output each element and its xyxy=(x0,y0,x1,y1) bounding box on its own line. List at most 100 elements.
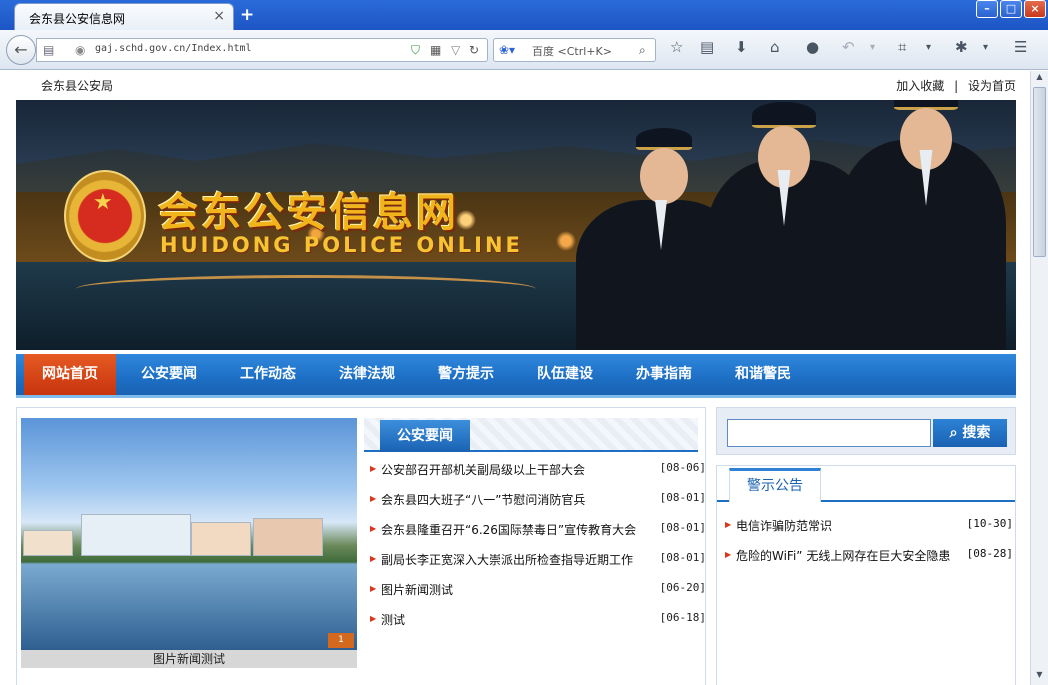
chat-icon[interactable]: ● xyxy=(806,38,819,56)
notice-tab[interactable]: 警示公告 xyxy=(729,468,821,502)
dropdown-icon[interactable]: ▽ xyxy=(451,43,460,57)
add-favorite-link[interactable]: 加入收藏 xyxy=(896,79,944,93)
window-close-icon[interactable]: × xyxy=(1024,0,1046,18)
officer-male-right xyxy=(836,100,1006,350)
news-item[interactable]: ▶ 会东县四大班子“八一”节慰问消防官兵 [08-01] xyxy=(370,488,706,518)
browser-tab[interactable]: 会东县公安信息网 × xyxy=(14,3,234,30)
news-title[interactable]: 会东县四大班子“八一”节慰问消防官兵 xyxy=(381,491,585,508)
news-item[interactable]: ▶ 测试 [06-18] xyxy=(370,608,706,638)
minimize-icon[interactable]: – xyxy=(976,0,998,18)
home-icon[interactable]: ⌂ xyxy=(770,38,780,56)
photo-pager-button[interactable]: 1 xyxy=(328,633,354,648)
scroll-up-icon[interactable]: ▲ xyxy=(1033,72,1046,86)
news-date: [08-01] xyxy=(659,521,706,534)
back-arrow-icon[interactable]: ← xyxy=(6,35,36,65)
news-date: [08-06] xyxy=(659,461,706,474)
nav-item-police-community[interactable]: 和谐警民 xyxy=(718,354,808,395)
crop-dropdown-icon[interactable]: ▾ xyxy=(926,42,931,53)
reload-icon[interactable]: ↻ xyxy=(469,43,479,57)
undo-icon[interactable]: ↶ xyxy=(842,38,855,56)
menu-icon[interactable]: ☰ xyxy=(1014,38,1027,56)
news-title[interactable]: 会东县隆重召开“6.26国际禁毒日”宣传教育大会 xyxy=(381,521,636,538)
arrow-bullet-icon: ▶ xyxy=(725,550,732,559)
new-tab-button[interactable]: + xyxy=(240,5,254,25)
reading-list-icon[interactable]: ▤ xyxy=(700,38,714,56)
news-title[interactable]: 图片新闻测试 xyxy=(381,581,453,598)
browser-toolbar: ← ▤ ◉ gaj.schd.gov.cn/Index.html ⛉ ▦ ▽ ↻… xyxy=(0,30,1048,70)
news-title[interactable]: 副局长李正宽深入大崇派出所检查指导近期工作 xyxy=(381,551,633,568)
globe-icon: ◉ xyxy=(75,43,86,57)
undo-dropdown-icon[interactable]: ▾ xyxy=(870,42,875,53)
arrow-bullet-icon: ▶ xyxy=(370,524,377,533)
police-cap xyxy=(752,102,816,128)
nav-item-police-news[interactable]: 公安要闻 xyxy=(124,354,214,395)
notice-title[interactable]: 电信诈骗防范常识 xyxy=(736,517,832,534)
news-date: [06-18] xyxy=(659,611,706,624)
download-icon[interactable]: ⬇ xyxy=(735,38,748,56)
site-search-input[interactable] xyxy=(727,419,931,447)
arrow-bullet-icon: ▶ xyxy=(370,614,377,623)
banner-subtitle: HUIDONG POLICE ONLINE xyxy=(160,233,523,257)
news-list: ▶ 公安部召开部机关副局级以上干部大会 [08-06] ▶ 会东县四大班子“八一… xyxy=(370,458,706,638)
news-title[interactable]: 测试 xyxy=(381,611,405,628)
url-text: gaj.schd.gov.cn/Index.html xyxy=(95,43,252,54)
news-title[interactable]: 公安部召开部机关副局级以上干部大会 xyxy=(381,461,585,478)
site-name: 会东县公安局 xyxy=(41,79,114,93)
scroll-down-icon[interactable]: ▼ xyxy=(1033,670,1046,684)
building xyxy=(191,522,251,556)
site-top-bar: 会东县公安局 加入收藏 | 设为首页 xyxy=(0,71,1030,100)
arrow-bullet-icon: ▶ xyxy=(370,584,377,593)
notice-item[interactable]: ▶ 危险的WiFi” 无线上网存在巨大安全隐患 [08-28] xyxy=(725,544,1013,574)
news-item[interactable]: ▶ 副局长李正宽深入大崇派出所检查指导近期工作 [08-01] xyxy=(370,548,706,578)
site-search-button[interactable]: ⌕ 搜索 xyxy=(933,419,1007,447)
officer-face xyxy=(640,148,688,204)
address-bar[interactable]: ▤ ◉ gaj.schd.gov.cn/Index.html ⛉ ▦ ▽ ↻ xyxy=(36,38,488,62)
bookmark-star-icon[interactable]: ☆ xyxy=(670,38,683,56)
news-item[interactable]: ▶ 会东县隆重召开“6.26国际禁毒日”宣传教育大会 [08-01] xyxy=(370,518,706,548)
news-date: [08-01] xyxy=(659,491,706,504)
nav-item-home[interactable]: 网站首页 xyxy=(24,354,116,395)
news-section-header: 公安要闻 xyxy=(364,418,698,452)
qr-code-icon[interactable]: ▦ xyxy=(430,43,441,57)
news-item[interactable]: ▶ 公安部召开部机关副局级以上干部大会 [08-06] xyxy=(370,458,706,488)
browser-search-field[interactable]: ❀▾ 百度 <Ctrl+K> ⌕ xyxy=(493,38,656,62)
top-links: 加入收藏 | 设为首页 xyxy=(896,77,1016,94)
police-emblem-logo xyxy=(64,170,146,262)
set-homepage-link[interactable]: 设为首页 xyxy=(968,79,1016,93)
photo-caption[interactable]: 图片新闻测试 xyxy=(21,650,357,668)
notice-title[interactable]: 危险的WiFi” 无线上网存在巨大安全隐患 xyxy=(736,547,950,564)
search-icon: ⌕ xyxy=(949,425,958,441)
news-section-tab[interactable]: 公安要闻 xyxy=(380,420,470,452)
building xyxy=(23,530,73,556)
nav-item-service-guide[interactable]: 办事指南 xyxy=(619,354,709,395)
vertical-scrollbar[interactable]: ▲ ▼ xyxy=(1030,71,1048,685)
banner-title: 会东公安信息网 xyxy=(158,189,459,236)
maximize-icon[interactable]: □ xyxy=(1000,0,1022,18)
nav-item-team-building[interactable]: 队伍建设 xyxy=(520,354,610,395)
magnifier-icon[interactable]: ⌕ xyxy=(639,43,646,58)
header-banner: ★ 会东公安信息网 HUIDONG POLICE ONLINE xyxy=(16,100,1016,350)
nav-item-laws[interactable]: 法律法规 xyxy=(322,354,412,395)
photo-news-image[interactable] xyxy=(21,418,357,650)
scrollbar-thumb[interactable] xyxy=(1033,87,1046,257)
divider: | xyxy=(954,79,959,93)
tab-title: 会东县公安信息网 xyxy=(29,12,126,26)
arrow-bullet-icon: ▶ xyxy=(725,520,732,529)
news-item[interactable]: ▶ 图片新闻测试 [06-20] xyxy=(370,578,706,608)
tab-close-icon[interactable]: × xyxy=(213,8,225,24)
puzzle-icon[interactable]: ✱ xyxy=(955,38,968,56)
police-cap xyxy=(636,128,692,150)
nav-item-police-tips[interactable]: 警方提示 xyxy=(421,354,511,395)
notice-item[interactable]: ▶ 电信诈骗防范常识 [10-30] xyxy=(725,514,1013,544)
extension-dropdown-icon[interactable]: ▾ xyxy=(983,42,988,53)
crop-icon[interactable]: ⌗ xyxy=(898,38,906,56)
news-date: [06-20] xyxy=(659,581,706,594)
notice-box: 警示公告 ▶ 电信诈骗防范常识 [10-30] ▶ 危险的WiFi” 无线上网存… xyxy=(716,465,1016,685)
baidu-icon[interactable]: ❀▾ xyxy=(499,43,515,57)
nav-item-work-updates[interactable]: 工作动态 xyxy=(223,354,313,395)
shield-icon[interactable]: ⛉ xyxy=(411,43,420,58)
notice-date: [08-28] xyxy=(966,547,1013,560)
page-viewport: 会东县公安局 加入收藏 | 设为首页 ★ 会东公安信息网 HUIDONG POL… xyxy=(0,71,1030,685)
main-navigation: 网站首页 公安要闻 工作动态 法律法规 警方提示 队伍建设 办事指南 和谐警民 xyxy=(16,354,1016,398)
page-icon: ▤ xyxy=(43,43,55,57)
